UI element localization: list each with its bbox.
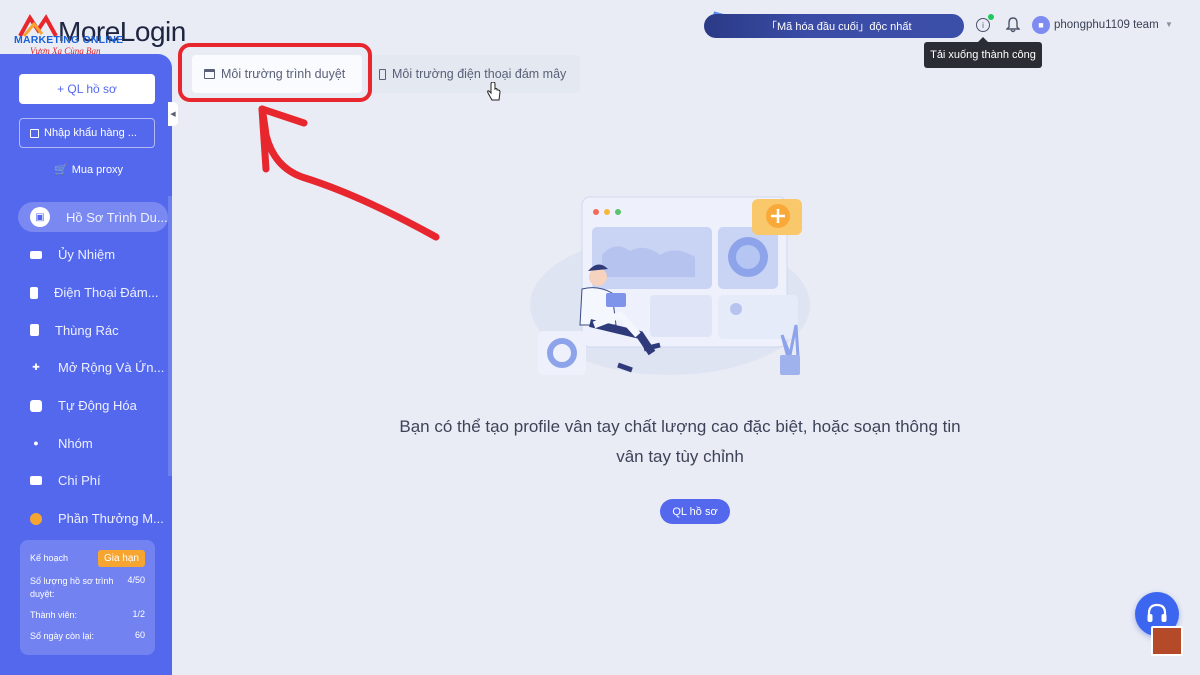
- sidebar-item-label: Điện Thoại Đám...: [54, 285, 159, 301]
- sidebar-item-label: Tự Động Hóa: [58, 398, 137, 414]
- sidebar-nav: ▣ Hồ Sơ Trình Du... Ủy Nhiệm Điện Thoại …: [0, 198, 172, 538]
- cart-icon: 🛒: [54, 164, 68, 176]
- days-left-value: 60: [134, 630, 145, 640]
- sidebar-item-group[interactable]: ● Nhóm: [0, 424, 172, 462]
- add-profile-button[interactable]: + QL hồ sơ: [19, 74, 155, 104]
- sidebar: + QL hồ sơ Nhập khẩu hàng ... 🛒 Mua prox…: [0, 54, 172, 675]
- sidebar-item-label: Hồ Sơ Trình Du...: [66, 209, 168, 225]
- highlight-annotation: [178, 43, 372, 102]
- info-icon[interactable]: i: [976, 18, 990, 32]
- sidebar-item-label: Mở Rộng Và Ứn...: [58, 360, 165, 376]
- import-label: Nhập khẩu hàng ...: [44, 127, 137, 139]
- hand-cursor-icon: [487, 82, 501, 101]
- sidebar-item-extensions[interactable]: ✚ Mở Rộng Và Ứn...: [0, 349, 172, 387]
- create-profile-button[interactable]: QL hồ sơ: [660, 499, 730, 524]
- trash-icon: [30, 324, 39, 337]
- sidebar-item-billing[interactable]: Chi Phí: [0, 462, 172, 500]
- chevron-left-icon: ◀: [170, 111, 176, 118]
- tab-label: Môi trường điện thoại đám mây: [392, 67, 567, 81]
- red-arrow-annotation: [258, 105, 440, 241]
- phone-icon: [30, 286, 38, 299]
- import-button[interactable]: Nhập khẩu hàng ...: [19, 118, 155, 148]
- sidebar-item-label: Nhóm: [58, 435, 93, 451]
- wallet-icon: [30, 476, 42, 486]
- online-status-dot: [988, 14, 994, 20]
- tab-cloud-phone-environment[interactable]: Môi trường điện thoại đám mây: [367, 55, 580, 93]
- import-icon: [30, 128, 39, 138]
- renew-button[interactable]: Gia hạn: [97, 550, 145, 567]
- sidebar-item-label: Ủy Nhiệm: [58, 247, 116, 263]
- collapse-sidebar-button[interactable]: ◀: [168, 102, 178, 126]
- headset-icon: [1147, 603, 1167, 622]
- promo-banner[interactable]: 「Mã hóa đầu cuối」độc nhất: [704, 14, 964, 38]
- empty-state-illustration: [530, 196, 810, 375]
- robot-icon: [30, 399, 42, 412]
- tooltip-text: Tải xuống thành công: [930, 49, 1036, 61]
- profiles-count-label: Số lượng hồ sơ trình duyệt:: [30, 576, 114, 599]
- browser-profile-icon: ▣: [30, 207, 50, 227]
- sidebar-item-rewards[interactable]: Phần Thưởng M...: [0, 500, 172, 538]
- plan-label: Kế hoạch: [30, 553, 69, 563]
- sidebar-item-browser-profiles[interactable]: ▣ Hồ Sơ Trình Du...: [18, 202, 168, 232]
- sidebar-item-label: Thùng Rác: [55, 322, 119, 338]
- group-icon: ●: [33, 438, 39, 449]
- chevron-down-icon[interactable]: ▼: [1165, 20, 1173, 29]
- sidebar-item-automation[interactable]: Tự Động Hóa: [0, 387, 172, 425]
- sidebar-scrollbar[interactable]: [168, 196, 172, 476]
- empty-state-line-2: vân tay tùy chỉnh: [616, 447, 744, 466]
- buy-proxy-link[interactable]: 🛒 Mua proxy: [54, 163, 124, 177]
- avatar[interactable]: ■: [1032, 16, 1050, 34]
- empty-state-line-1: Bạn có thể tạo profile vân tay chất lượn…: [399, 417, 961, 436]
- empty-state-message: Bạn có thể tạo profile vân tay chất lượn…: [300, 412, 1060, 472]
- sidebar-item-label: Chi Phí: [58, 473, 101, 489]
- buy-proxy-label: Mua proxy: [71, 163, 124, 176]
- proxy-icon: [30, 250, 42, 259]
- coin-icon: [30, 512, 42, 525]
- corner-thumbnail: [1151, 626, 1183, 656]
- profiles-count-value: 4/50: [127, 575, 145, 585]
- bell-icon[interactable]: [1006, 17, 1020, 33]
- days-left-label: Số ngày còn lại:: [30, 631, 95, 641]
- promo-text: 「Mã hóa đầu cuối」độc nhất: [766, 21, 912, 33]
- sidebar-item-trash[interactable]: Thùng Rác: [0, 311, 172, 349]
- plan-card: Kế hoạch Gia hạn Số lượng hồ sơ trình du…: [20, 540, 155, 655]
- sidebar-item-label: Phần Thưởng M...: [58, 511, 164, 527]
- download-success-tooltip: Tải xuống thành công: [924, 37, 1042, 68]
- phone-icon: [379, 68, 386, 80]
- members-value: 1/2: [132, 609, 145, 619]
- members-label: Thành viên:: [30, 610, 78, 620]
- username[interactable]: phongphu1109 team: [1054, 19, 1159, 31]
- app-logo: MoreLogin MARKETING ONLINE Vươn Xa Cùng …: [10, 8, 190, 56]
- puzzle-icon: ✚: [32, 362, 40, 373]
- sidebar-item-cloud-phone[interactable]: Điện Thoại Đám...: [0, 274, 172, 312]
- watermark-title: MARKETING ONLINE: [14, 34, 124, 46]
- sidebar-item-proxy[interactable]: Ủy Nhiệm: [0, 236, 172, 274]
